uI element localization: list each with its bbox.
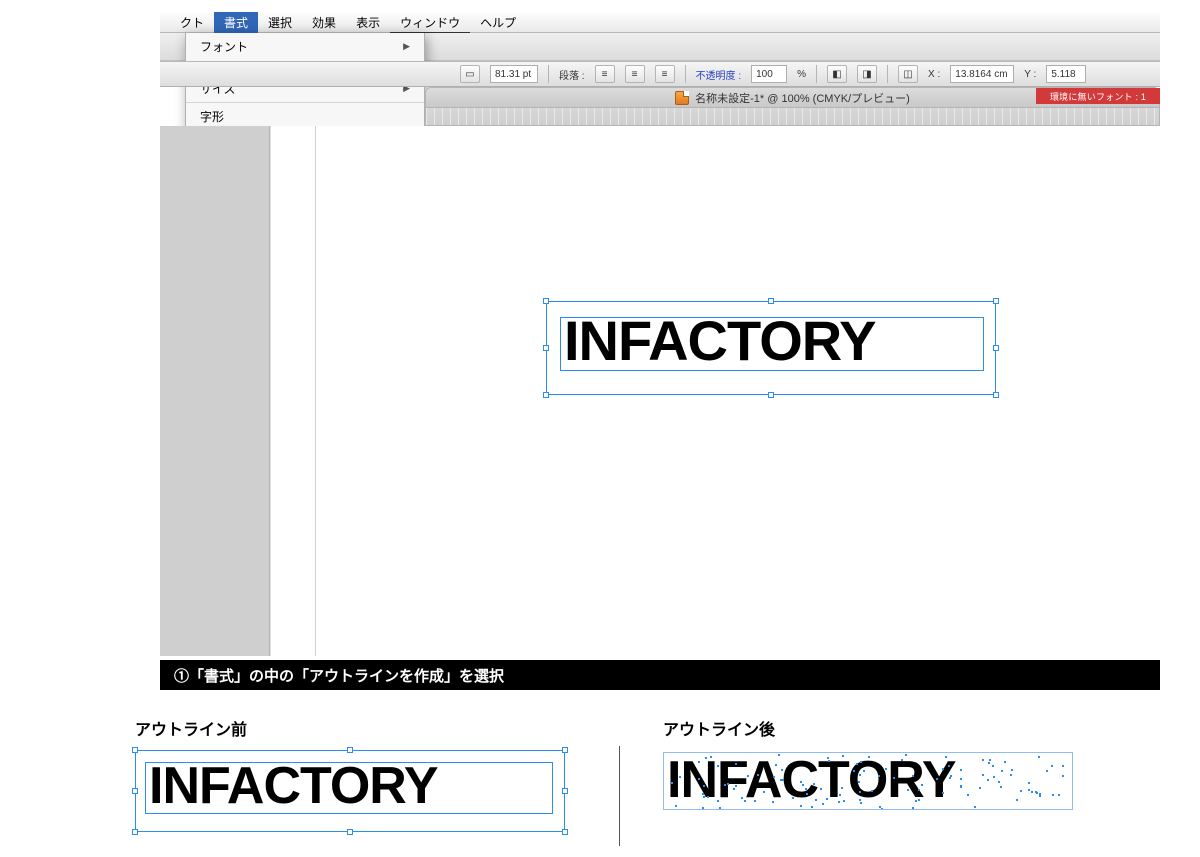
toolbar-divider: [685, 65, 686, 83]
before-sample: INFACTORY: [135, 750, 565, 832]
x-field[interactable]: 13.8164 cm: [950, 65, 1014, 83]
menu-item[interactable]: フォント: [186, 36, 424, 57]
menu-item-label: フォント: [200, 38, 248, 55]
missing-font-warning: 環境に無いフォント : 1: [1036, 88, 1160, 104]
selection-handle[interactable]: [543, 392, 549, 398]
selection-handle[interactable]: [543, 345, 549, 351]
paragraph-label: 段落 :: [559, 67, 585, 82]
menubar-item-2[interactable]: 選択: [258, 12, 302, 33]
y-field[interactable]: 5.118: [1046, 65, 1086, 83]
menubar-item-6[interactable]: ヘルプ: [470, 12, 526, 33]
before-title: アウトライン前: [135, 716, 635, 740]
style-icon-2[interactable]: ◨: [857, 65, 877, 83]
menubar-item-1[interactable]: 書式: [214, 12, 258, 33]
x-label: X :: [928, 69, 940, 80]
after-sample: INFACTORY: [663, 750, 1083, 820]
transform-icon[interactable]: ◫: [898, 65, 918, 83]
style-icon[interactable]: ◧: [827, 65, 847, 83]
menu-separator: [186, 102, 424, 103]
selection-handle[interactable]: [993, 392, 999, 398]
font-size-field[interactable]: 81.31 pt: [490, 65, 538, 83]
app-screenshot: クト書式選択効果表示ウィンドウヘルプ フォント最近使用したフォントサイズ字形エリ…: [160, 13, 1160, 656]
control-toolbar: ▭ 81.31 pt 段落 : ≡ ≡ ≡ 不透明度 : 100 % ◧ ◨ ◫…: [160, 61, 1160, 87]
document-title: 名称未設定-1* @ 100% (CMYK/プレビュー): [695, 90, 910, 106]
y-label: Y :: [1024, 69, 1036, 80]
selection-handle[interactable]: [993, 298, 999, 304]
selection-handle[interactable]: [543, 298, 549, 304]
menu-item-label: 字形: [200, 108, 224, 125]
menu-item[interactable]: 字形: [186, 106, 424, 127]
align-right-icon[interactable]: ≡: [655, 65, 675, 83]
menubar-item-5[interactable]: ウィンドウ: [390, 12, 470, 33]
before-after-section: アウトライン前 INFACTORY アウトライン後 INFACTORY: [135, 716, 1135, 846]
toolbar-divider: [887, 65, 888, 83]
menubar-item-0[interactable]: クト: [170, 12, 214, 33]
before-text: INFACTORY: [149, 760, 438, 812]
instruction-caption-text: ①「書式」の中の「アウトラインを作成」を選択: [174, 665, 504, 686]
menubar-item-3[interactable]: 効果: [302, 12, 346, 33]
selection-handle[interactable]: [993, 345, 999, 351]
toolbar-divider: [548, 65, 549, 83]
opacity-field[interactable]: 100: [751, 65, 787, 83]
selection-handle[interactable]: [768, 298, 774, 304]
align-top-icon[interactable]: ▭: [460, 65, 480, 83]
pasteboard-area: [160, 126, 270, 656]
align-center-icon[interactable]: ≡: [625, 65, 645, 83]
artboard-edge: [315, 126, 316, 656]
vertical-separator: [619, 746, 620, 846]
artwork-text[interactable]: INFACTORY: [564, 313, 875, 369]
ruler-horizontal: [425, 108, 1160, 126]
opacity-unit: %: [797, 69, 806, 80]
menubar-item-4[interactable]: 表示: [346, 12, 390, 33]
menubar: クト書式選択効果表示ウィンドウヘルプ: [160, 13, 1160, 33]
align-left-icon[interactable]: ≡: [595, 65, 615, 83]
document-icon: [675, 91, 689, 105]
after-title: アウトライン後: [663, 716, 1135, 740]
toolbar-divider: [816, 65, 817, 83]
opacity-label: 不透明度 :: [696, 67, 742, 82]
selection-handle[interactable]: [768, 392, 774, 398]
